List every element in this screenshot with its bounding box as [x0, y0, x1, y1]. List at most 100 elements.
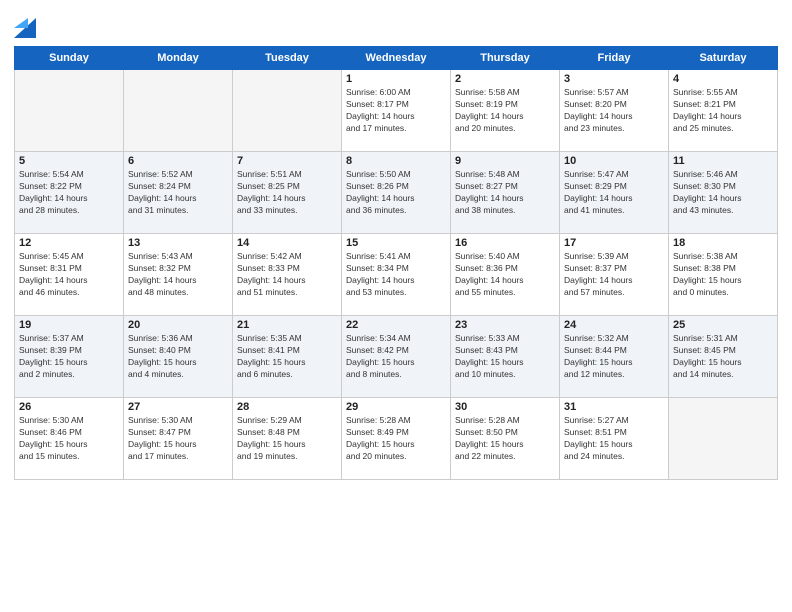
day-info: Sunrise: 5:50 AM Sunset: 8:26 PM Dayligh… — [346, 169, 446, 217]
day-number: 31 — [564, 401, 664, 413]
day-number: 6 — [128, 155, 228, 167]
header — [14, 10, 778, 38]
day-number: 8 — [346, 155, 446, 167]
day-info: Sunrise: 5:39 AM Sunset: 8:37 PM Dayligh… — [564, 251, 664, 299]
day-number: 20 — [128, 319, 228, 331]
day-cell: 3 Sunrise: 5:57 AM Sunset: 8:20 PM Daylig… — [560, 70, 669, 152]
day-number: 9 — [455, 155, 555, 167]
day-number: 25 — [673, 319, 773, 331]
day-number: 17 — [564, 237, 664, 249]
day-number: 28 — [237, 401, 337, 413]
day-cell — [124, 70, 233, 152]
col-header-friday: Friday — [560, 47, 669, 70]
day-number: 3 — [564, 73, 664, 85]
day-number: 19 — [19, 319, 119, 331]
day-info: Sunrise: 5:29 AM Sunset: 8:48 PM Dayligh… — [237, 415, 337, 463]
day-cell: 14 Sunrise: 5:42 AM Sunset: 8:33 PM Dayli… — [233, 234, 342, 316]
day-number: 23 — [455, 319, 555, 331]
day-info: Sunrise: 5:28 AM Sunset: 8:49 PM Dayligh… — [346, 415, 446, 463]
day-info: Sunrise: 5:40 AM Sunset: 8:36 PM Dayligh… — [455, 251, 555, 299]
day-cell: 20 Sunrise: 5:36 AM Sunset: 8:40 PM Dayli… — [124, 316, 233, 398]
day-info: Sunrise: 5:36 AM Sunset: 8:40 PM Dayligh… — [128, 333, 228, 381]
day-info: Sunrise: 5:31 AM Sunset: 8:45 PM Dayligh… — [673, 333, 773, 381]
week-row-1: 1 Sunrise: 6:00 AM Sunset: 8:17 PM Daylig… — [15, 70, 778, 152]
day-cell: 11 Sunrise: 5:46 AM Sunset: 8:30 PM Dayli… — [669, 152, 778, 234]
day-number: 22 — [346, 319, 446, 331]
day-info: Sunrise: 5:41 AM Sunset: 8:34 PM Dayligh… — [346, 251, 446, 299]
day-cell: 25 Sunrise: 5:31 AM Sunset: 8:45 PM Dayli… — [669, 316, 778, 398]
day-info: Sunrise: 5:28 AM Sunset: 8:50 PM Dayligh… — [455, 415, 555, 463]
day-cell: 28 Sunrise: 5:29 AM Sunset: 8:48 PM Dayli… — [233, 398, 342, 480]
day-info: Sunrise: 5:43 AM Sunset: 8:32 PM Dayligh… — [128, 251, 228, 299]
day-number: 27 — [128, 401, 228, 413]
day-number: 30 — [455, 401, 555, 413]
day-cell: 31 Sunrise: 5:27 AM Sunset: 8:51 PM Dayli… — [560, 398, 669, 480]
col-header-thursday: Thursday — [451, 47, 560, 70]
day-info: Sunrise: 5:30 AM Sunset: 8:47 PM Dayligh… — [128, 415, 228, 463]
day-info: Sunrise: 5:42 AM Sunset: 8:33 PM Dayligh… — [237, 251, 337, 299]
day-cell: 7 Sunrise: 5:51 AM Sunset: 8:25 PM Daylig… — [233, 152, 342, 234]
calendar: SundayMondayTuesdayWednesdayThursdayFrid… — [14, 46, 778, 480]
day-number: 18 — [673, 237, 773, 249]
day-info: Sunrise: 5:33 AM Sunset: 8:43 PM Dayligh… — [455, 333, 555, 381]
day-number: 24 — [564, 319, 664, 331]
day-cell: 18 Sunrise: 5:38 AM Sunset: 8:38 PM Dayli… — [669, 234, 778, 316]
col-header-tuesday: Tuesday — [233, 47, 342, 70]
day-info: Sunrise: 6:00 AM Sunset: 8:17 PM Dayligh… — [346, 87, 446, 135]
day-info: Sunrise: 5:38 AM Sunset: 8:38 PM Dayligh… — [673, 251, 773, 299]
week-row-3: 12 Sunrise: 5:45 AM Sunset: 8:31 PM Dayli… — [15, 234, 778, 316]
day-cell: 27 Sunrise: 5:30 AM Sunset: 8:47 PM Dayli… — [124, 398, 233, 480]
day-info: Sunrise: 5:46 AM Sunset: 8:30 PM Dayligh… — [673, 169, 773, 217]
day-info: Sunrise: 5:57 AM Sunset: 8:20 PM Dayligh… — [564, 87, 664, 135]
day-cell: 23 Sunrise: 5:33 AM Sunset: 8:43 PM Dayli… — [451, 316, 560, 398]
day-cell: 16 Sunrise: 5:40 AM Sunset: 8:36 PM Dayli… — [451, 234, 560, 316]
day-number: 26 — [19, 401, 119, 413]
day-info: Sunrise: 5:34 AM Sunset: 8:42 PM Dayligh… — [346, 333, 446, 381]
logo-icon — [14, 10, 36, 38]
day-number: 7 — [237, 155, 337, 167]
day-cell: 24 Sunrise: 5:32 AM Sunset: 8:44 PM Dayli… — [560, 316, 669, 398]
day-info: Sunrise: 5:45 AM Sunset: 8:31 PM Dayligh… — [19, 251, 119, 299]
day-info: Sunrise: 5:35 AM Sunset: 8:41 PM Dayligh… — [237, 333, 337, 381]
day-cell: 9 Sunrise: 5:48 AM Sunset: 8:27 PM Daylig… — [451, 152, 560, 234]
day-info: Sunrise: 5:51 AM Sunset: 8:25 PM Dayligh… — [237, 169, 337, 217]
week-row-4: 19 Sunrise: 5:37 AM Sunset: 8:39 PM Dayli… — [15, 316, 778, 398]
day-number: 1 — [346, 73, 446, 85]
day-number: 11 — [673, 155, 773, 167]
col-header-sunday: Sunday — [15, 47, 124, 70]
day-info: Sunrise: 5:48 AM Sunset: 8:27 PM Dayligh… — [455, 169, 555, 217]
col-header-monday: Monday — [124, 47, 233, 70]
day-cell: 30 Sunrise: 5:28 AM Sunset: 8:50 PM Dayli… — [451, 398, 560, 480]
day-cell — [233, 70, 342, 152]
day-cell: 21Sunrise: 5:35 AM Sunset: 8:41 PM Dayli… — [233, 316, 342, 398]
week-row-5: 26Sunrise: 5:30 AM Sunset: 8:46 PM Dayli… — [15, 398, 778, 480]
day-info: Sunrise: 5:55 AM Sunset: 8:21 PM Dayligh… — [673, 87, 773, 135]
day-number: 2 — [455, 73, 555, 85]
logo — [14, 10, 40, 38]
day-cell: 12 Sunrise: 5:45 AM Sunset: 8:31 PM Dayli… — [15, 234, 124, 316]
day-cell: 29 Sunrise: 5:28 AM Sunset: 8:49 PM Dayli… — [342, 398, 451, 480]
page: SundayMondayTuesdayWednesdayThursdayFrid… — [0, 0, 792, 612]
day-cell: 1 Sunrise: 6:00 AM Sunset: 8:17 PM Daylig… — [342, 70, 451, 152]
day-info: Sunrise: 5:47 AM Sunset: 8:29 PM Dayligh… — [564, 169, 664, 217]
day-info: Sunrise: 5:58 AM Sunset: 8:19 PM Dayligh… — [455, 87, 555, 135]
day-info: Sunrise: 5:54 AM Sunset: 8:22 PM Dayligh… — [19, 169, 119, 217]
day-cell: 6 Sunrise: 5:52 AM Sunset: 8:24 PM Daylig… — [124, 152, 233, 234]
day-cell — [669, 398, 778, 480]
day-number: 29 — [346, 401, 446, 413]
day-info: Sunrise: 5:27 AM Sunset: 8:51 PM Dayligh… — [564, 415, 664, 463]
day-cell: 22 Sunrise: 5:34 AM Sunset: 8:42 PM Dayli… — [342, 316, 451, 398]
day-number: 16 — [455, 237, 555, 249]
day-info: Sunrise: 5:52 AM Sunset: 8:24 PM Dayligh… — [128, 169, 228, 217]
day-cell: 26Sunrise: 5:30 AM Sunset: 8:46 PM Dayli… — [15, 398, 124, 480]
day-number: 5 — [19, 155, 119, 167]
day-info: Sunrise: 5:37 AM Sunset: 8:39 PM Dayligh… — [19, 333, 119, 381]
col-header-wednesday: Wednesday — [342, 47, 451, 70]
day-info: Sunrise: 5:32 AM Sunset: 8:44 PM Dayligh… — [564, 333, 664, 381]
day-number: 13 — [128, 237, 228, 249]
day-number: 12 — [19, 237, 119, 249]
day-number: 14 — [237, 237, 337, 249]
week-row-2: 5 Sunrise: 5:54 AM Sunset: 8:22 PM Daylig… — [15, 152, 778, 234]
day-cell: 2 Sunrise: 5:58 AM Sunset: 8:19 PM Daylig… — [451, 70, 560, 152]
day-cell: 15Sunrise: 5:41 AM Sunset: 8:34 PM Dayli… — [342, 234, 451, 316]
